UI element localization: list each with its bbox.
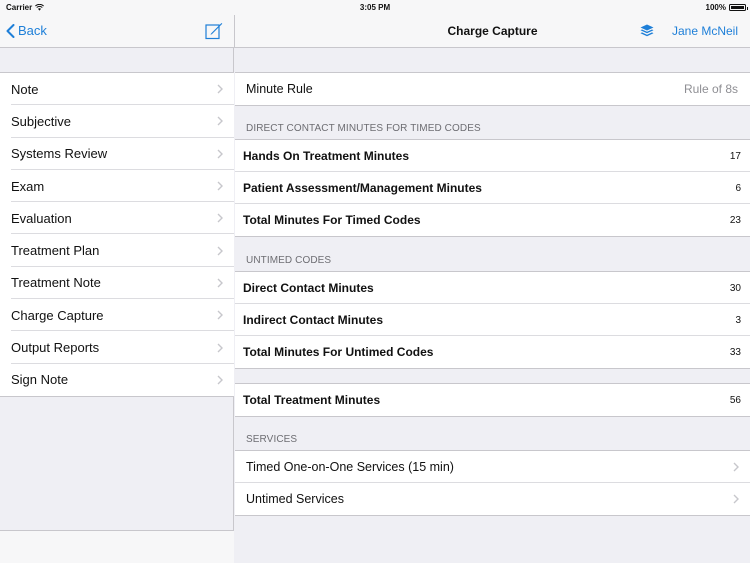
row-value: 23: [729, 214, 741, 226]
chevron-right-icon: [217, 246, 223, 256]
row-value: 30: [729, 282, 741, 294]
row-label: Direct Contact Minutes: [243, 281, 374, 295]
row-label: Patient Assessment/Management Minutes: [243, 181, 482, 195]
sidebar-item-systems-review[interactable]: Systems Review: [0, 138, 234, 171]
table-row[interactable]: Total Minutes For Untimed Codes 33: [235, 336, 750, 368]
row-label: Total Minutes For Untimed Codes: [243, 345, 434, 359]
chevron-right-icon: [217, 84, 223, 94]
sidebar-item-exam[interactable]: Exam: [0, 170, 234, 203]
chevron-right-icon: [217, 181, 223, 191]
sidebar-item-label: Output Reports: [11, 340, 100, 356]
sidebar-item-label: Systems Review: [11, 146, 108, 162]
chevron-right-icon: [217, 149, 223, 159]
row-value: 6: [735, 182, 741, 194]
chevron-right-icon: [733, 462, 739, 472]
sidebar-item-label: Note: [11, 81, 39, 97]
sidebar-item-label: Charge Capture: [11, 307, 104, 323]
timed-codes-group: Hands On Treatment Minutes 17 Patient As…: [235, 139, 750, 237]
sidebar-item-label: Evaluation: [11, 210, 72, 226]
back-button-label: Back: [18, 23, 47, 38]
table-row[interactable]: Patient Assessment/Management Minutes 6: [235, 172, 750, 204]
minute-rule-group: Minute Rule Rule of 8s: [235, 72, 750, 106]
compose-icon[interactable]: [205, 22, 223, 40]
sidebar-toolbar: [0, 530, 234, 563]
sidebar-item-label: Subjective: [11, 113, 71, 129]
back-button[interactable]: Back: [6, 23, 47, 38]
sidebar-item-charge-capture[interactable]: Charge Capture: [0, 299, 234, 332]
row-label: Total Treatment Minutes: [243, 393, 381, 407]
row-value: 56: [729, 394, 741, 406]
row-label: Timed One-on-One Services (15 min): [246, 460, 454, 474]
table-row[interactable]: Indirect Contact Minutes 3: [235, 304, 750, 336]
sidebar-list: Note Subjective Systems Review Exam Eval…: [0, 72, 234, 397]
timed-section-header: DIRECT CONTACT MINUTES FOR TIMED CODES: [246, 123, 481, 134]
row-value: 3: [735, 314, 741, 326]
sidebar-item-label: Exam: [11, 178, 45, 194]
user-name-button[interactable]: Jane McNeil: [672, 24, 738, 38]
total-minutes-group: Total Treatment Minutes 56: [235, 383, 750, 417]
services-section-header: SERVICES: [246, 434, 298, 445]
sidebar-item-evaluation[interactable]: Evaluation: [0, 202, 234, 235]
service-row-untimed[interactable]: Untimed Services: [235, 483, 750, 515]
total-treatment-row[interactable]: Total Treatment Minutes 56: [235, 384, 750, 416]
status-time: 3:05 PM: [359, 3, 391, 12]
row-label: Indirect Contact Minutes: [243, 313, 384, 327]
row-label: Total Minutes For Timed Codes: [243, 213, 421, 227]
sidebar-item-sign-note[interactable]: Sign Note: [0, 364, 234, 396]
main-content: Minute Rule Rule of 8s DIRECT CONTACT MI…: [235, 48, 750, 563]
chevron-right-icon: [217, 375, 223, 385]
battery-label: 100%: [705, 3, 726, 12]
sidebar-item-label: Sign Note: [11, 372, 69, 388]
table-row[interactable]: Direct Contact Minutes 30: [235, 272, 750, 304]
sidebar-item-label: Treatment Plan: [11, 243, 100, 259]
table-row[interactable]: Total Minutes For Timed Codes 23: [235, 204, 750, 236]
navigation-bar: Back Charge Capture Jane McNeil: [0, 15, 750, 48]
chevron-right-icon: [217, 343, 223, 353]
chevron-right-icon: [217, 116, 223, 126]
minute-rule-value: Rule of 8s: [683, 82, 738, 96]
service-row-timed[interactable]: Timed One-on-One Services (15 min): [235, 451, 750, 483]
row-value: 17: [729, 150, 741, 162]
sidebar: Note Subjective Systems Review Exam Eval…: [0, 48, 234, 563]
sidebar-item-label: Treatment Note: [11, 275, 101, 291]
sidebar-item-note[interactable]: Note: [0, 73, 234, 106]
status-bar: Carrier 3:05 PM 100%: [0, 0, 750, 15]
untimed-codes-group: Direct Contact Minutes 30 Indirect Conta…: [235, 271, 750, 369]
sidebar-item-treatment-plan[interactable]: Treatment Plan: [0, 234, 234, 268]
minute-rule-row[interactable]: Minute Rule Rule of 8s: [235, 73, 750, 105]
sidebar-item-treatment-note[interactable]: Treatment Note: [0, 267, 234, 300]
sidebar-item-output-reports[interactable]: Output Reports: [0, 331, 234, 364]
chevron-right-icon: [217, 278, 223, 288]
services-group: Timed One-on-One Services (15 min) Untim…: [235, 450, 750, 516]
chevron-right-icon: [217, 213, 223, 223]
battery-indicator: 100%: [705, 3, 748, 12]
sidebar-item-subjective[interactable]: Subjective: [0, 105, 234, 138]
table-row[interactable]: Hands On Treatment Minutes 17: [235, 140, 750, 172]
minute-rule-label: Minute Rule: [246, 82, 313, 96]
chevron-right-icon: [217, 310, 223, 320]
chevron-left-icon: [6, 23, 15, 38]
chevron-right-icon: [733, 494, 739, 504]
untimed-section-header: UNTIMED CODES: [246, 255, 332, 266]
battery-icon: [729, 4, 748, 11]
row-label: Untimed Services: [246, 492, 344, 506]
row-label: Hands On Treatment Minutes: [243, 149, 410, 163]
row-value: 33: [729, 346, 741, 358]
layers-icon[interactable]: [640, 24, 654, 38]
